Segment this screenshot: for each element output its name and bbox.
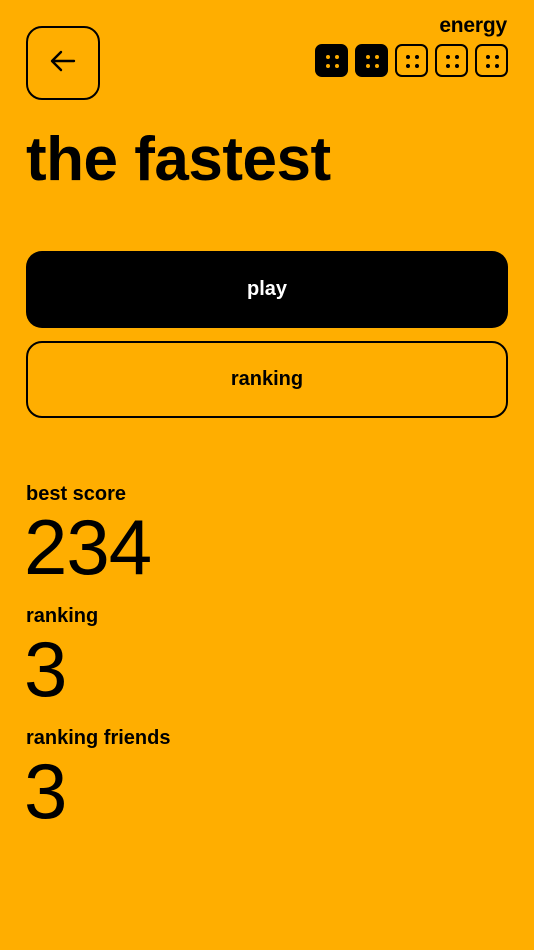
energy-label: energy — [439, 14, 507, 37]
energy-pip-1 — [315, 44, 348, 77]
ranking-friends-value: 3 — [24, 747, 67, 835]
energy-pip-2 — [355, 44, 388, 77]
energy-pip-4 — [435, 44, 468, 77]
page-title: the fastest — [26, 125, 331, 194]
energy-meter — [315, 44, 508, 77]
ranking-button[interactable]: ranking — [26, 341, 508, 418]
back-button[interactable] — [26, 26, 100, 100]
energy-pip-3 — [395, 44, 428, 77]
ranking-value: 3 — [24, 625, 67, 713]
arrow-left-icon — [50, 50, 76, 77]
energy-pip-5 — [475, 44, 508, 77]
best-score-value: 234 — [24, 503, 152, 591]
play-button[interactable]: play — [26, 251, 508, 328]
